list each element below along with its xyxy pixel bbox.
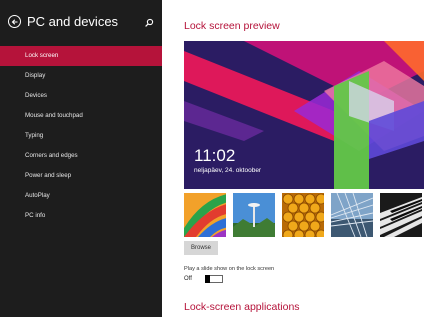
page-title: Lock screen preview — [184, 20, 280, 32]
browse-button[interactable]: Browse — [184, 241, 218, 255]
sidebar-title: PC and devices — [27, 14, 119, 29]
thumbnail-bridge[interactable] — [331, 193, 373, 237]
main-content: Lock screen preview 11:02 neljapäev, 24.… — [162, 0, 424, 317]
sidebar-item-display[interactable]: Display — [0, 66, 162, 86]
sidebar-item-corners-and-edges[interactable]: Corners and edges — [0, 146, 162, 166]
background-thumbnails — [184, 193, 424, 237]
thumbnail-honeycomb[interactable] — [282, 193, 324, 237]
sidebar-item-typing[interactable]: Typing — [0, 126, 162, 146]
thumbnail-space-needle[interactable] — [233, 193, 275, 237]
sidebar-item-mouse-and-touchpad[interactable]: Mouse and touchpad — [0, 106, 162, 126]
sidebar-header: PC and devices — [0, 13, 162, 41]
sidebar-item-lock-screen[interactable]: Lock screen — [0, 46, 162, 66]
thumbnail-piano-keys[interactable] — [380, 193, 422, 237]
lock-screen-preview: 11:02 neljapäev, 24. oktoober — [184, 41, 424, 189]
slideshow-toggle[interactable] — [205, 275, 223, 283]
toggle-knob — [205, 275, 210, 283]
sidebar-item-autoplay[interactable]: AutoPlay — [0, 186, 162, 206]
back-arrow-icon[interactable] — [8, 15, 21, 28]
thumbnail-colorful-curves[interactable] — [184, 193, 226, 237]
sidebar-item-devices[interactable]: Devices — [0, 86, 162, 106]
sidebar-item-pc-info[interactable]: PC info — [0, 206, 162, 226]
lock-screen-time: 11:02 — [194, 146, 236, 165]
slideshow-state: Off — [184, 276, 192, 282]
sidebar: PC and devices Lock screen Display Devic… — [0, 0, 162, 317]
search-icon[interactable] — [143, 16, 155, 28]
sidebar-nav: Lock screen Display Devices Mouse and to… — [0, 46, 162, 226]
lock-screen-date: neljapäev, 24. oktoober — [194, 167, 262, 174]
sidebar-item-power-and-sleep[interactable]: Power and sleep — [0, 166, 162, 186]
slideshow-label: Play a slide show on the lock screen — [184, 266, 275, 272]
section-title-lock-screen-applications: Lock-screen applications — [184, 301, 300, 313]
